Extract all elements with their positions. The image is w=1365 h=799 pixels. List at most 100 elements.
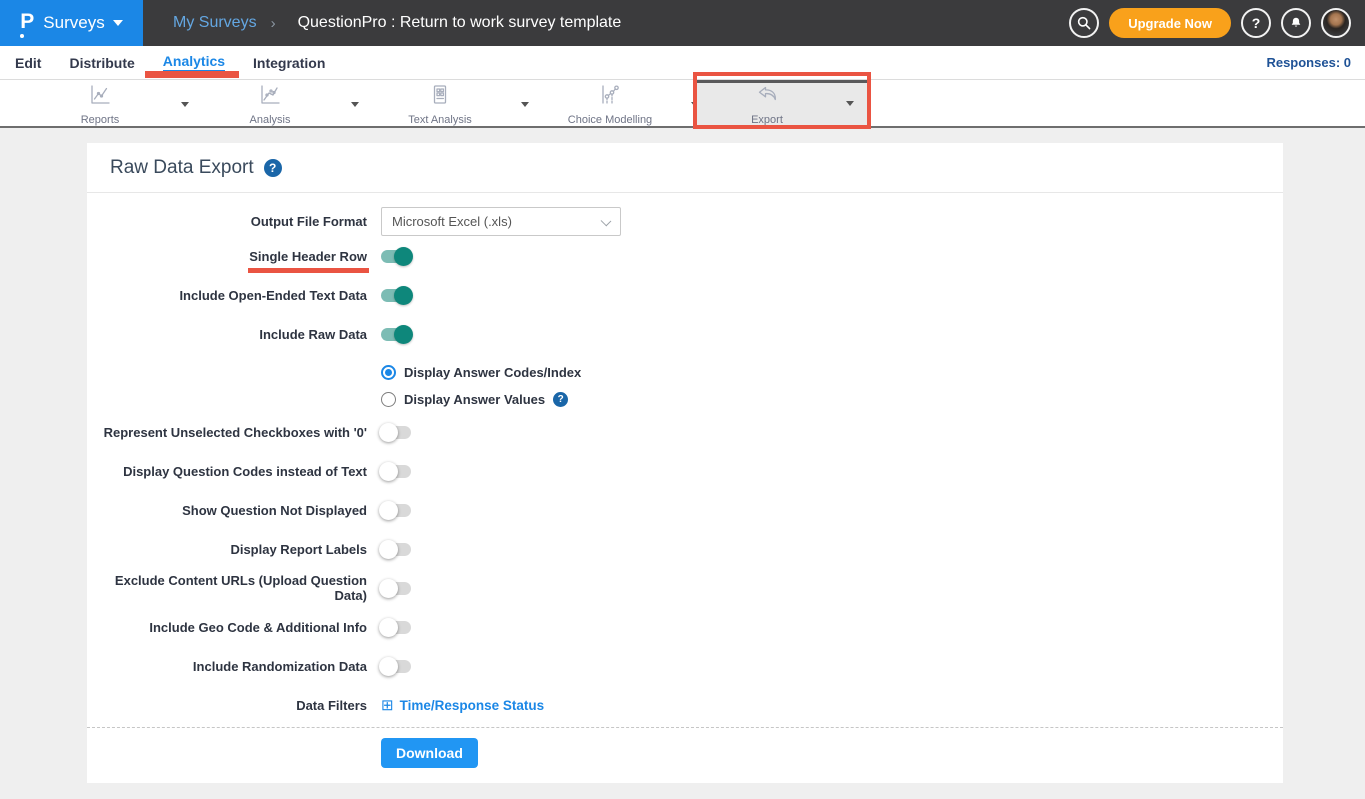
output-format-row: Output File Format Microsoft Excel (.xls… bbox=[87, 207, 1283, 236]
question-not-displayed-row: Show Question Not Displayed bbox=[87, 499, 1283, 521]
output-format-label: Output File Format bbox=[87, 214, 367, 229]
exclude-content-urls-label: Exclude Content URLs (Upload Question Da… bbox=[87, 573, 367, 603]
data-filters-row: Data Filters ⊞ Time/Response Status bbox=[87, 694, 1283, 716]
open-ended-text-label: Include Open-Ended Text Data bbox=[87, 288, 367, 303]
caret-down-icon bbox=[351, 102, 359, 107]
caret-down-icon bbox=[846, 101, 854, 106]
radio-answer-codes[interactable]: Display Answer Codes/Index bbox=[381, 362, 1283, 382]
randomization-data-toggle[interactable] bbox=[381, 660, 411, 673]
output-format-value: Microsoft Excel (.xls) bbox=[392, 214, 512, 229]
analysis-dropdown-caret[interactable] bbox=[340, 83, 370, 126]
toolbar-analysis[interactable]: Analysis bbox=[200, 83, 340, 126]
upgrade-now-button[interactable]: Upgrade Now bbox=[1109, 8, 1231, 38]
page-title: Raw Data Export bbox=[110, 157, 254, 179]
text-analysis-document-icon bbox=[428, 83, 452, 112]
plus-square-icon: ⊞ bbox=[381, 698, 394, 713]
data-filters-label: Data Filters bbox=[87, 698, 367, 713]
time-response-status-link[interactable]: ⊞ Time/Response Status bbox=[381, 698, 544, 713]
bell-icon bbox=[1289, 16, 1303, 30]
raw-data-export-panel: Raw Data Export ? Output File Format Mic… bbox=[87, 143, 1283, 783]
toggle-knob bbox=[379, 618, 398, 637]
tab-integration[interactable]: Integration bbox=[253, 55, 325, 71]
toggle-knob bbox=[379, 657, 398, 676]
unselected-checkboxes-label: Represent Unselected Checkboxes with '0' bbox=[87, 425, 367, 440]
text-analysis-dropdown-caret[interactable] bbox=[510, 83, 540, 126]
reports-dropdown-caret[interactable] bbox=[170, 83, 200, 126]
answer-values-help-icon[interactable]: ? bbox=[553, 392, 568, 407]
reports-chart-icon bbox=[88, 83, 112, 112]
help-button[interactable]: ? bbox=[1241, 8, 1271, 38]
radio-button-icon[interactable] bbox=[381, 365, 396, 380]
toggle-knob bbox=[394, 325, 413, 344]
toolbar-text-analysis[interactable]: Text Analysis bbox=[370, 83, 510, 126]
open-ended-text-row: Include Open-Ended Text Data bbox=[87, 284, 1283, 306]
include-raw-data-toggle[interactable] bbox=[381, 328, 411, 341]
report-labels-toggle[interactable] bbox=[381, 543, 411, 556]
search-button[interactable] bbox=[1069, 8, 1099, 38]
breadcrumb-separator: › bbox=[271, 15, 276, 32]
toolbar-analysis-label: Analysis bbox=[250, 114, 291, 126]
unselected-checkboxes-toggle[interactable] bbox=[381, 426, 411, 439]
open-ended-text-toggle[interactable] bbox=[381, 289, 411, 302]
question-not-displayed-toggle[interactable] bbox=[381, 504, 411, 517]
exclude-content-urls-toggle[interactable] bbox=[381, 582, 411, 595]
output-format-select[interactable]: Microsoft Excel (.xls) bbox=[381, 207, 621, 236]
product-switcher[interactable]: P Surveys bbox=[0, 0, 143, 46]
survey-title: QuestionPro : Return to work survey temp… bbox=[298, 14, 622, 32]
report-labels-row: Display Report Labels bbox=[87, 538, 1283, 560]
time-response-status-label: Time/Response Status bbox=[400, 698, 545, 713]
analysis-chart-icon bbox=[258, 83, 282, 112]
toolbar-export-label: Export bbox=[751, 114, 783, 126]
toolbar-export[interactable]: Export bbox=[697, 83, 837, 126]
toggle-knob bbox=[379, 579, 398, 598]
toggle-knob bbox=[379, 462, 398, 481]
geo-code-row: Include Geo Code & Additional Info bbox=[87, 616, 1283, 638]
breadcrumb: My Surveys › QuestionPro : Return to wor… bbox=[173, 14, 621, 32]
analytics-toolbar: Reports Analysis Text Analysis Choice Mo… bbox=[0, 79, 1365, 128]
caret-down-icon bbox=[521, 102, 529, 107]
question-mark-icon: ? bbox=[1252, 15, 1261, 31]
geo-code-toggle[interactable] bbox=[381, 621, 411, 634]
answer-display-radio-group: Display Answer Codes/Index Display Answe… bbox=[381, 362, 1283, 409]
question-codes-label: Display Question Codes instead of Text bbox=[87, 464, 367, 479]
toolbar-choice-modelling-label: Choice Modelling bbox=[568, 114, 652, 126]
notifications-button[interactable] bbox=[1281, 8, 1311, 38]
breadcrumb-my-surveys[interactable]: My Surveys bbox=[173, 14, 257, 32]
report-labels-label: Display Report Labels bbox=[87, 542, 367, 557]
tab-analytics[interactable]: Analytics bbox=[163, 53, 225, 72]
tab-edit[interactable]: Edit bbox=[15, 55, 41, 71]
question-not-displayed-label: Show Question Not Displayed bbox=[87, 503, 367, 518]
question-codes-toggle[interactable] bbox=[381, 465, 411, 478]
toggle-knob bbox=[379, 501, 398, 520]
randomization-data-label: Include Randomization Data bbox=[87, 659, 367, 674]
radio-answer-codes-label: Display Answer Codes/Index bbox=[404, 365, 581, 380]
questionpro-logo-icon: P bbox=[20, 11, 34, 36]
toolbar-text-analysis-label: Text Analysis bbox=[408, 114, 472, 126]
top-header: P Surveys My Surveys › QuestionPro : Ret… bbox=[0, 0, 1365, 46]
geo-code-label: Include Geo Code & Additional Info bbox=[87, 620, 367, 635]
product-menu-label: Surveys bbox=[43, 13, 104, 33]
export-dropdown-caret[interactable] bbox=[835, 80, 865, 126]
tab-distribute[interactable]: Distribute bbox=[69, 55, 134, 71]
toolbar-choice-modelling[interactable]: Choice Modelling bbox=[540, 83, 680, 126]
download-button[interactable]: Download bbox=[381, 738, 478, 768]
chevron-down-icon bbox=[113, 20, 123, 26]
radio-button-icon[interactable] bbox=[381, 392, 396, 407]
randomization-data-row: Include Randomization Data bbox=[87, 655, 1283, 677]
user-avatar[interactable] bbox=[1321, 8, 1351, 38]
include-raw-data-row: Include Raw Data bbox=[87, 323, 1283, 345]
responses-count: Responses: 0 bbox=[1266, 55, 1351, 70]
raw-data-export-help-icon[interactable]: ? bbox=[264, 159, 282, 177]
caret-down-icon bbox=[181, 102, 189, 107]
single-header-row-label: Single Header Row bbox=[249, 249, 367, 264]
question-codes-row: Display Question Codes instead of Text bbox=[87, 460, 1283, 482]
single-header-row-toggle[interactable] bbox=[381, 250, 411, 263]
export-arrow-icon bbox=[755, 83, 779, 112]
radio-answer-values[interactable]: Display Answer Values ? bbox=[381, 389, 1283, 409]
chevron-down-icon bbox=[601, 216, 612, 227]
unselected-checkboxes-row: Represent Unselected Checkboxes with '0' bbox=[87, 421, 1283, 443]
choice-modelling-scatter-icon bbox=[598, 83, 622, 112]
toggle-knob bbox=[394, 247, 413, 266]
radio-answer-values-label: Display Answer Values bbox=[404, 392, 545, 407]
toolbar-reports[interactable]: Reports bbox=[30, 83, 170, 126]
